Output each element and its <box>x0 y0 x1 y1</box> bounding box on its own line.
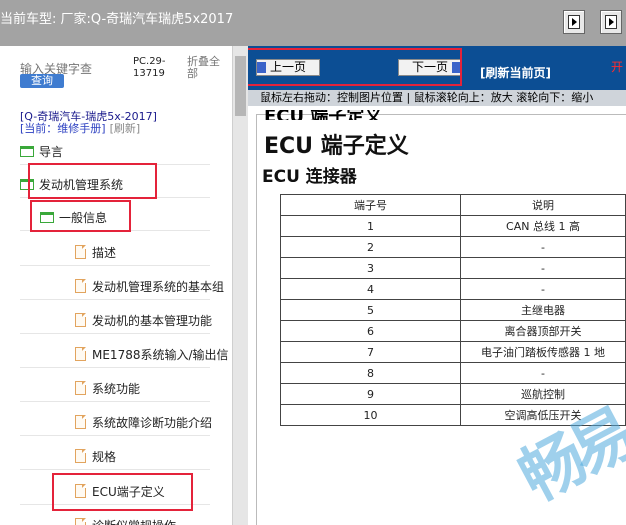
table-row: 3- <box>280 257 626 279</box>
arrow-right-icon <box>605 15 617 29</box>
table-row: 1 CAN 总线 1 高 <box>280 215 626 237</box>
table-row: 5 主继电器 <box>280 299 626 321</box>
refresh-link[interactable]: [刷新] <box>110 122 141 135</box>
previous-heading-fragment: ECU 端子定义 <box>264 110 382 120</box>
highlight-box <box>248 48 462 86</box>
folder-icon <box>20 145 34 157</box>
highlight-box <box>28 163 157 199</box>
divider <box>20 299 210 300</box>
table-row: 7 电子油门踏板传感器 1 地 <box>280 341 626 363</box>
table-header: 端子号 <box>280 194 461 216</box>
table-cell: 电子油门踏板传感器 1 地 <box>460 341 626 363</box>
divider <box>20 367 210 368</box>
table-cell: 8 <box>280 362 461 384</box>
tree-item-label: 系统故障诊断功能介绍 <box>92 415 213 430</box>
table-row: 8- <box>280 362 626 384</box>
document-icon <box>75 245 86 259</box>
document-viewer: 上一页 下一页 [刷新当前页] 开 鼠标左右拖动：控制图片位置 | 鼠标滚轮向上… <box>248 46 626 525</box>
document-icon <box>75 381 86 395</box>
divider <box>20 401 210 402</box>
table-cell: - <box>460 278 626 300</box>
table-cell: 2 <box>280 236 461 258</box>
current-manual: [当前：维修手册] [刷新] <box>20 120 140 136</box>
table-cell: 4 <box>280 278 461 300</box>
document-page[interactable]: ECU 端子定义 ECU 端子定义 ECU 连接器 端子号 说明 1CAN 总线… <box>248 106 626 525</box>
divider <box>20 469 210 470</box>
tree-item-description[interactable]: 描述 <box>75 241 116 263</box>
tree-item-label: 规格 <box>92 449 117 464</box>
tree-item-label: 发动机的基本管理功能 <box>92 313 213 328</box>
table-cell: - <box>460 362 626 384</box>
tree-item-diagnostic-tool[interactable]: 诊断仪常规操作 <box>75 514 176 525</box>
table-row: 4- <box>280 278 626 300</box>
divider <box>20 435 210 436</box>
table-cell: 离合器顶部开关 <box>460 320 626 342</box>
tree-item-specifications[interactable]: 规格 <box>75 445 116 467</box>
tree-item-label: 导言 <box>39 144 64 159</box>
highlight-box <box>30 200 131 232</box>
table-cell: - <box>460 236 626 258</box>
table-cell: 1 <box>280 215 461 237</box>
fold-all-link[interactable]: 折叠全部 <box>187 56 227 80</box>
table-cell: 6 <box>280 320 461 342</box>
pc-number: PC.29-13719 <box>133 56 166 79</box>
tree-item-label: 诊断仪常规操作 <box>92 517 176 525</box>
table-header: 说明 <box>460 194 626 216</box>
tree-item-system-functions[interactable]: 系统功能 <box>75 377 140 399</box>
tree-item-label: ME1788系统输入/输出信 <box>92 347 229 362</box>
table-header-row: 端子号 说明 <box>280 194 626 216</box>
terminal-table: 端子号 说明 1 CAN 总线 1 高 2- 3- 4- 5 主继电器 6 离合器顶部… <box>280 194 626 426</box>
divider <box>20 265 210 266</box>
red-mark: 开 <box>611 60 624 74</box>
tree-item-intro[interactable]: 导言 <box>20 140 63 162</box>
sidebar: 查询 PC.29-13719 折叠全部 [Q-奇瑞汽车-瑞虎5x-2017] [… <box>0 46 232 525</box>
refresh-page-link[interactable]: [刷新当前页] <box>480 64 551 81</box>
arrow-right-icon <box>568 15 580 29</box>
table-row: 2- <box>280 236 626 258</box>
tree-item-label: 描述 <box>92 245 117 260</box>
highlight-box <box>52 473 193 511</box>
document-icon <box>75 347 86 361</box>
tree-item-basic-functions[interactable]: 发动机的基本管理功能 <box>75 309 212 331</box>
table-row: 6 离合器顶部开关 <box>280 320 626 342</box>
document-icon <box>75 279 86 293</box>
search-button[interactable]: 查询 <box>20 74 64 88</box>
document-title: ECU 端子定义 <box>264 134 409 159</box>
nav-next-button[interactable] <box>600 10 622 34</box>
window-title: 当前车型: 厂家:Q-奇瑞汽车瑞虎5x2017 <box>0 12 234 27</box>
document-icon <box>75 415 86 429</box>
table-cell: 10 <box>280 404 461 426</box>
tree-item-me1788-io[interactable]: ME1788系统输入/输出信 <box>75 343 229 365</box>
scrollbar-thumb[interactable] <box>235 56 246 116</box>
document-icon <box>75 518 86 525</box>
table-cell: CAN 总线 1 高 <box>460 215 626 237</box>
tree-item-basic-components[interactable]: 发动机管理系统的基本组 <box>75 275 224 297</box>
current-label: [当前：维修手册] <box>20 122 106 135</box>
tree-item-label: 发动机管理系统的基本组 <box>92 279 225 294</box>
viewer-hint: 鼠标左右拖动：控制图片位置 | 鼠标滚轮向上：放大 滚轮向下：缩小 <box>248 90 626 106</box>
table-cell: 9 <box>280 383 461 405</box>
tree-item-fault-diagnosis[interactable]: 系统故障诊断功能介绍 <box>75 411 212 433</box>
document-subtitle: ECU 连接器 <box>262 167 357 187</box>
document-icon <box>75 313 86 327</box>
sidebar-scrollbar[interactable] <box>232 46 248 525</box>
title-bar: 当前车型: 厂家:Q-奇瑞汽车瑞虎5x2017 <box>0 0 626 46</box>
document-icon <box>75 449 86 463</box>
table-cell: 5 <box>280 299 461 321</box>
viewer-nav-bar: 上一页 下一页 [刷新当前页] 开 <box>248 46 626 90</box>
nav-forward-button[interactable] <box>563 10 585 34</box>
table-cell: 3 <box>280 257 461 279</box>
tree-item-label: 系统功能 <box>92 381 141 396</box>
table-cell: - <box>460 257 626 279</box>
divider <box>20 333 210 334</box>
table-cell: 主继电器 <box>460 299 626 321</box>
table-cell: 7 <box>280 341 461 363</box>
